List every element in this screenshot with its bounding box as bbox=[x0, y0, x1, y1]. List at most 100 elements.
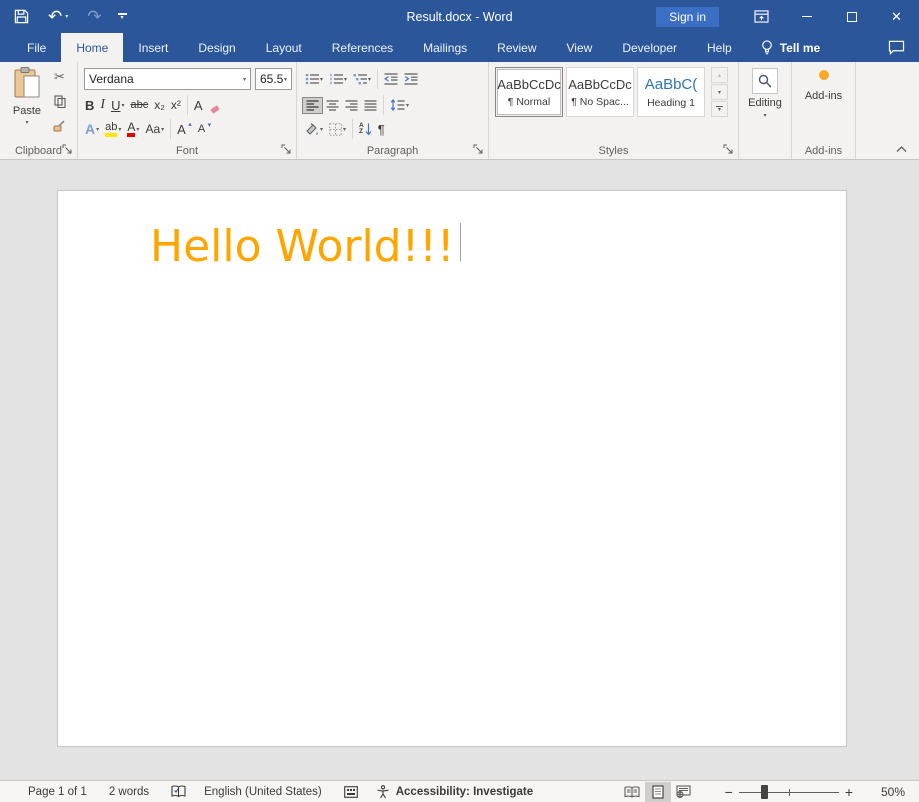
show-hide-marks-button[interactable]: ¶ bbox=[375, 120, 388, 139]
sort-button[interactable]: AZ bbox=[356, 121, 375, 138]
font-name-combobox[interactable]: Verdana ▾ bbox=[84, 68, 251, 90]
bold-button[interactable]: B bbox=[82, 96, 97, 115]
font-size-dropdown-icon[interactable]: ▾ bbox=[284, 76, 287, 83]
increase-indent-button[interactable] bbox=[401, 71, 421, 87]
font-dialog-launcher[interactable] bbox=[281, 144, 292, 155]
styles-gallery-more-button[interactable]: ▾ bbox=[711, 101, 728, 117]
paste-button[interactable]: Paste ▾ bbox=[6, 66, 48, 140]
multilevel-dropdown-icon[interactable]: ▾ bbox=[368, 76, 371, 83]
tab-view[interactable]: View bbox=[552, 33, 608, 62]
change-case-button[interactable]: Aa▾ bbox=[142, 120, 167, 138]
bullets-dropdown-icon[interactable]: ▾ bbox=[320, 76, 323, 83]
align-left-button[interactable] bbox=[302, 97, 323, 114]
zoom-in-button[interactable]: + bbox=[839, 784, 859, 800]
macro-recording-button[interactable] bbox=[344, 786, 358, 798]
grow-font-button[interactable]: A▴ bbox=[174, 120, 195, 139]
decrease-indent-button[interactable] bbox=[381, 71, 401, 87]
numbering-dropdown-icon[interactable]: ▾ bbox=[344, 76, 347, 83]
superscript-button[interactable]: x² bbox=[168, 96, 184, 114]
undo-button[interactable]: ↶▾ bbox=[45, 5, 71, 29]
tell-me-button[interactable]: Tell me bbox=[747, 33, 834, 62]
borders-button[interactable]: ▾ bbox=[326, 121, 349, 138]
read-mode-button[interactable] bbox=[619, 782, 645, 802]
align-center-button[interactable] bbox=[323, 98, 342, 113]
change-case-dropdown-icon[interactable]: ▾ bbox=[161, 126, 164, 133]
tab-review[interactable]: Review bbox=[482, 33, 551, 62]
language-indicator[interactable]: English (United States) bbox=[204, 786, 322, 798]
clear-formatting-button[interactable]: A bbox=[191, 96, 215, 115]
clipboard-dialog-launcher[interactable] bbox=[62, 144, 73, 155]
font-name-dropdown-icon[interactable]: ▾ bbox=[243, 76, 246, 83]
undo-dropdown-icon[interactable]: ▾ bbox=[65, 13, 68, 20]
justify-button[interactable] bbox=[361, 98, 380, 113]
underline-button[interactable]: U▾ bbox=[108, 96, 127, 115]
paste-dropdown-icon[interactable]: ▾ bbox=[25, 119, 28, 126]
comments-button[interactable] bbox=[888, 33, 905, 62]
document-page[interactable]: Hello World!!! bbox=[57, 190, 847, 747]
shading-button[interactable]: ▾ bbox=[302, 121, 326, 138]
word-count-indicator[interactable]: 2 words bbox=[109, 786, 149, 798]
web-layout-button[interactable] bbox=[671, 782, 697, 802]
font-size-combobox[interactable]: 65.5 ▾ bbox=[255, 68, 292, 90]
borders-dropdown-icon[interactable]: ▾ bbox=[343, 126, 346, 133]
font-color-dropdown-icon[interactable]: ▾ bbox=[136, 126, 139, 133]
tab-layout[interactable]: Layout bbox=[251, 33, 317, 62]
close-button[interactable]: ✕ bbox=[874, 0, 919, 33]
style-no-spacing[interactable]: AaBbCcDc ¶ No Spac... bbox=[566, 67, 634, 117]
addins-button[interactable]: Add-ins bbox=[792, 70, 855, 102]
bullets-button[interactable]: ▾ bbox=[302, 71, 326, 87]
copy-button[interactable] bbox=[50, 91, 69, 111]
customize-quick-access-icon[interactable]: ▾ bbox=[118, 13, 127, 20]
zoom-out-button[interactable]: − bbox=[719, 784, 739, 800]
line-spacing-button[interactable]: ▾ bbox=[387, 97, 412, 113]
tab-file[interactable]: File bbox=[12, 33, 61, 62]
style-normal[interactable]: AaBbCcDc ¶ Normal bbox=[495, 67, 563, 117]
shading-dropdown-icon[interactable]: ▾ bbox=[320, 126, 323, 133]
tab-references[interactable]: References bbox=[317, 33, 408, 62]
styles-dialog-launcher[interactable] bbox=[723, 144, 734, 155]
subscript-button[interactable]: x₂ bbox=[151, 96, 168, 114]
text-effects-dropdown-icon[interactable]: ▾ bbox=[96, 126, 99, 133]
document-text[interactable]: Hello World!!! bbox=[150, 221, 455, 272]
collapse-ribbon-button[interactable] bbox=[896, 146, 907, 153]
styles-scroll-up-button[interactable]: ▴ bbox=[711, 67, 728, 83]
font-color-button[interactable]: A▾ bbox=[124, 119, 142, 139]
ribbon-display-options-button[interactable] bbox=[739, 0, 784, 33]
maximize-button[interactable] bbox=[829, 0, 874, 33]
tab-mailings[interactable]: Mailings bbox=[408, 33, 482, 62]
line-spacing-dropdown-icon[interactable]: ▾ bbox=[406, 102, 409, 109]
highlight-button[interactable]: ab▾ bbox=[102, 120, 124, 139]
document-canvas[interactable]: Hello World!!! bbox=[0, 160, 919, 780]
print-layout-button[interactable] bbox=[645, 782, 671, 802]
italic-button[interactable]: I bbox=[97, 95, 108, 115]
page-count-indicator[interactable]: Page 1 of 1 bbox=[28, 786, 87, 798]
minimize-button[interactable] bbox=[784, 0, 829, 33]
zoom-slider[interactable] bbox=[739, 785, 839, 799]
tab-help[interactable]: Help bbox=[692, 33, 747, 62]
tab-home[interactable]: Home bbox=[61, 33, 123, 62]
redo-button[interactable]: ↷ bbox=[87, 7, 101, 27]
zoom-level-indicator[interactable]: 50% bbox=[875, 785, 905, 799]
styles-scroll-down-button[interactable]: ▾ bbox=[711, 84, 728, 100]
zoom-slider-thumb[interactable] bbox=[761, 785, 768, 799]
save-icon[interactable] bbox=[14, 9, 29, 24]
shrink-font-button[interactable]: A▾ bbox=[195, 121, 214, 137]
text-effects-button[interactable]: A▾ bbox=[82, 119, 102, 139]
numbering-button[interactable]: ▾ bbox=[326, 71, 350, 87]
editing-dropdown-icon[interactable]: ▾ bbox=[763, 112, 766, 119]
multilevel-list-button[interactable]: ▾ bbox=[350, 71, 374, 87]
tab-insert[interactable]: Insert bbox=[123, 33, 183, 62]
strikethrough-button[interactable]: abc bbox=[127, 97, 151, 113]
highlight-dropdown-icon[interactable]: ▾ bbox=[118, 126, 121, 133]
tab-developer[interactable]: Developer bbox=[607, 33, 692, 62]
sign-in-button[interactable]: Sign in bbox=[656, 7, 719, 27]
underline-dropdown-icon[interactable]: ▾ bbox=[121, 102, 124, 109]
paragraph-dialog-launcher[interactable] bbox=[473, 144, 484, 155]
cut-button[interactable]: ✂ bbox=[50, 67, 69, 87]
align-right-button[interactable] bbox=[342, 98, 361, 113]
accessibility-checker-button[interactable]: Accessibility: Investigate bbox=[376, 785, 533, 799]
tab-design[interactable]: Design bbox=[183, 33, 250, 62]
format-painter-button[interactable] bbox=[50, 115, 69, 135]
proofing-errors-button[interactable] bbox=[171, 785, 186, 798]
editing-button[interactable]: Editing ▾ bbox=[739, 68, 791, 119]
